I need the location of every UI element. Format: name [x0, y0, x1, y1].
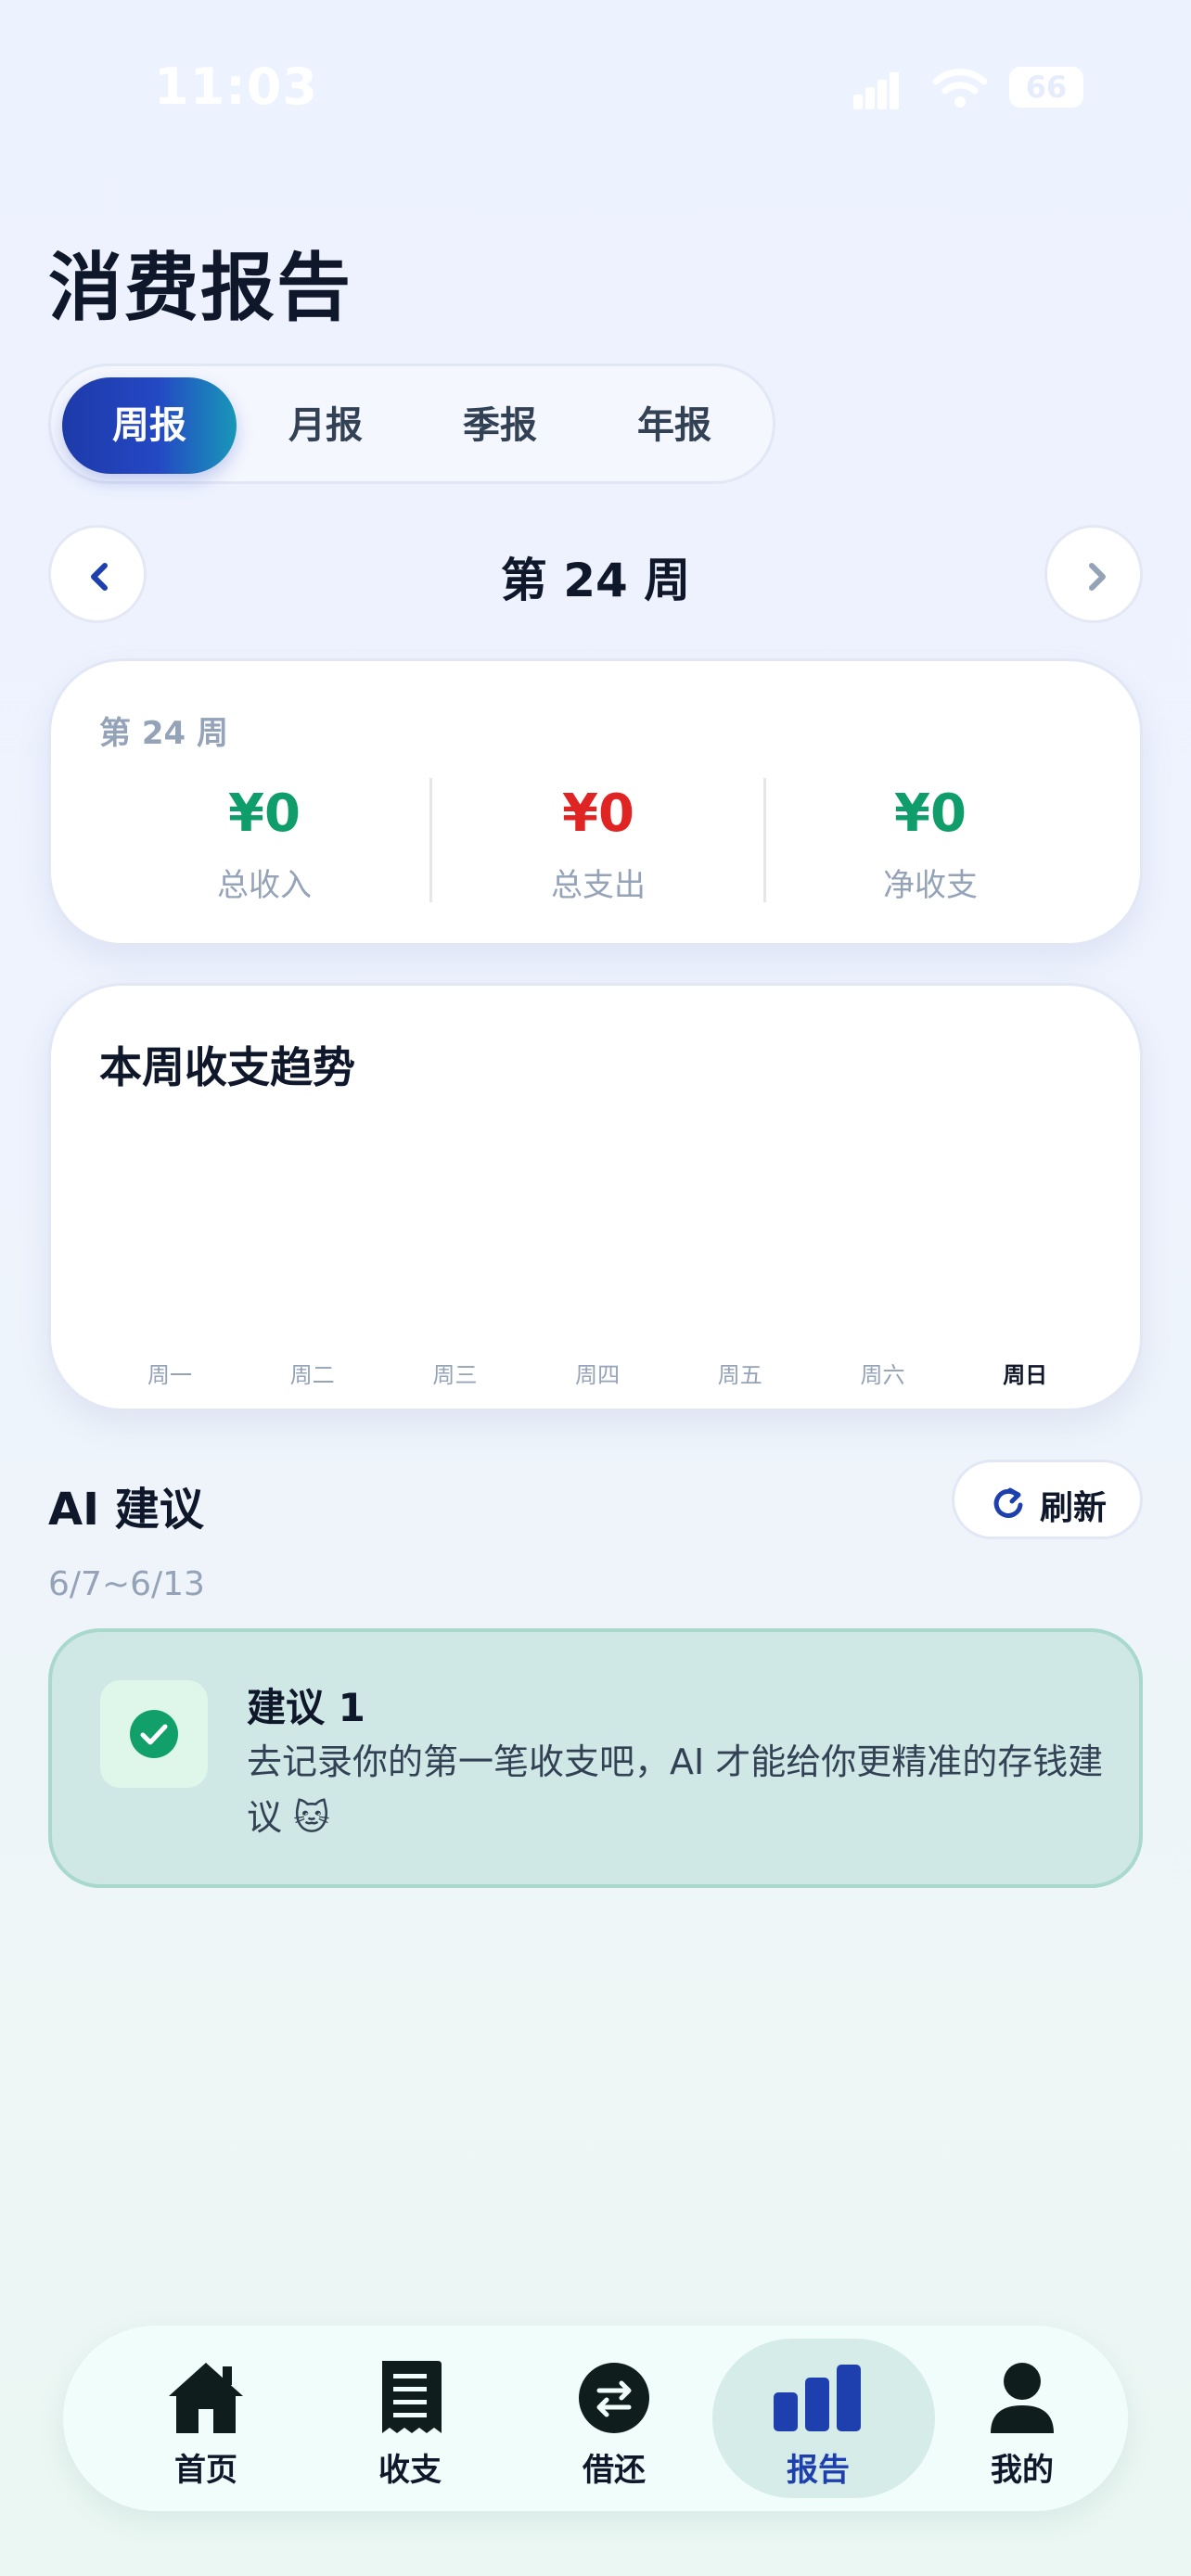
status-bar: 11:03 66 [0, 0, 1191, 176]
battery-indicator: 66 [1009, 67, 1083, 108]
net-stat: ¥0 净收支 [763, 782, 1097, 905]
ai-section-title: AI 建议 [48, 1484, 204, 1536]
income-stat: ¥0 总收入 [97, 782, 431, 905]
tab-profile[interactable]: 我的 [920, 2326, 1124, 2511]
wifi-icon [932, 69, 988, 108]
day-label: 周五 [717, 1362, 762, 1388]
summary-week-label: 第 24 周 [99, 715, 228, 752]
suggestion-text: 去记录你的第一笔收支吧，AI 才能给你更精准的存钱建议 🐱 [247, 1741, 1104, 1838]
tab-label: 报告 [787, 2452, 850, 2489]
tab-label: 借还 [583, 2452, 646, 2489]
bottom-tab-bar: 首页 收支 借还 报告 我的 [63, 2326, 1128, 2511]
refresh-button[interactable]: 刷新 [952, 1460, 1143, 1539]
refresh-icon [993, 1487, 1023, 1518]
week-title: 第 24 周 [500, 554, 691, 607]
suggestion-card: 建议 1 去记录你的第一笔收支吧，AI 才能给你更精准的存钱建议 🐱 [48, 1628, 1143, 1888]
chevron-right-icon [1089, 563, 1106, 591]
cellular-signal-icon [853, 72, 900, 109]
period-segmented-control: 周报 月报 季报 年报 [48, 363, 775, 484]
check-badge [100, 1680, 208, 1788]
status-time: 11:03 [154, 57, 318, 116]
weekly-trend-chart-card: 本周收支趋势 周一 周二 周三 周四 周五 周六 周日 [48, 983, 1143, 1411]
user-icon [991, 2363, 1054, 2433]
income-value: ¥0 [228, 784, 301, 844]
expense-stat: ¥0 总支出 [431, 782, 765, 905]
bar-chart-icon [774, 2365, 861, 2431]
page-title: 消费报告 [48, 245, 352, 331]
trend-chart [51, 986, 1146, 1414]
tab-label: 收支 [378, 2452, 442, 2489]
income-label: 总收入 [217, 867, 312, 904]
receipt-icon [382, 2361, 442, 2433]
home-icon [169, 2363, 243, 2433]
exchange-icon [579, 2363, 649, 2433]
day-label: 周四 [575, 1362, 621, 1388]
day-label: 周二 [289, 1362, 335, 1388]
tab-monthly[interactable]: 月报 [238, 377, 413, 474]
next-week-button[interactable] [1044, 525, 1143, 623]
tab-label: 首页 [174, 2452, 237, 2489]
expense-label: 总支出 [551, 867, 646, 904]
refresh-label: 刷新 [1040, 1489, 1108, 1527]
tab-loans[interactable]: 借还 [512, 2326, 716, 2511]
tab-weekly[interactable]: 周报 [62, 377, 237, 474]
net-value: ¥0 [894, 784, 967, 844]
tab-label: 我的 [991, 2452, 1054, 2489]
suggestion-title: 建议 1 [247, 1685, 365, 1730]
tab-yearly[interactable]: 年报 [587, 377, 762, 474]
tab-transactions[interactable]: 收支 [308, 2326, 512, 2511]
date-range: 6/7~6/13 [48, 1565, 205, 1603]
day-label: 周三 [432, 1362, 478, 1388]
tab-quarterly[interactable]: 季报 [413, 377, 587, 474]
day-label: 周日 [1003, 1362, 1048, 1388]
tab-home[interactable]: 首页 [104, 2326, 308, 2511]
net-label: 净收支 [883, 867, 978, 904]
day-label: 周一 [147, 1362, 192, 1388]
check-circle-icon [130, 1710, 178, 1758]
expense-value: ¥0 [562, 784, 634, 844]
day-label: 周六 [860, 1362, 905, 1388]
tab-reports[interactable]: 报告 [712, 2326, 935, 2511]
weekly-summary-card: 第 24 周 ¥0 总收入 ¥0 总支出 ¥0 净收支 [48, 658, 1143, 946]
